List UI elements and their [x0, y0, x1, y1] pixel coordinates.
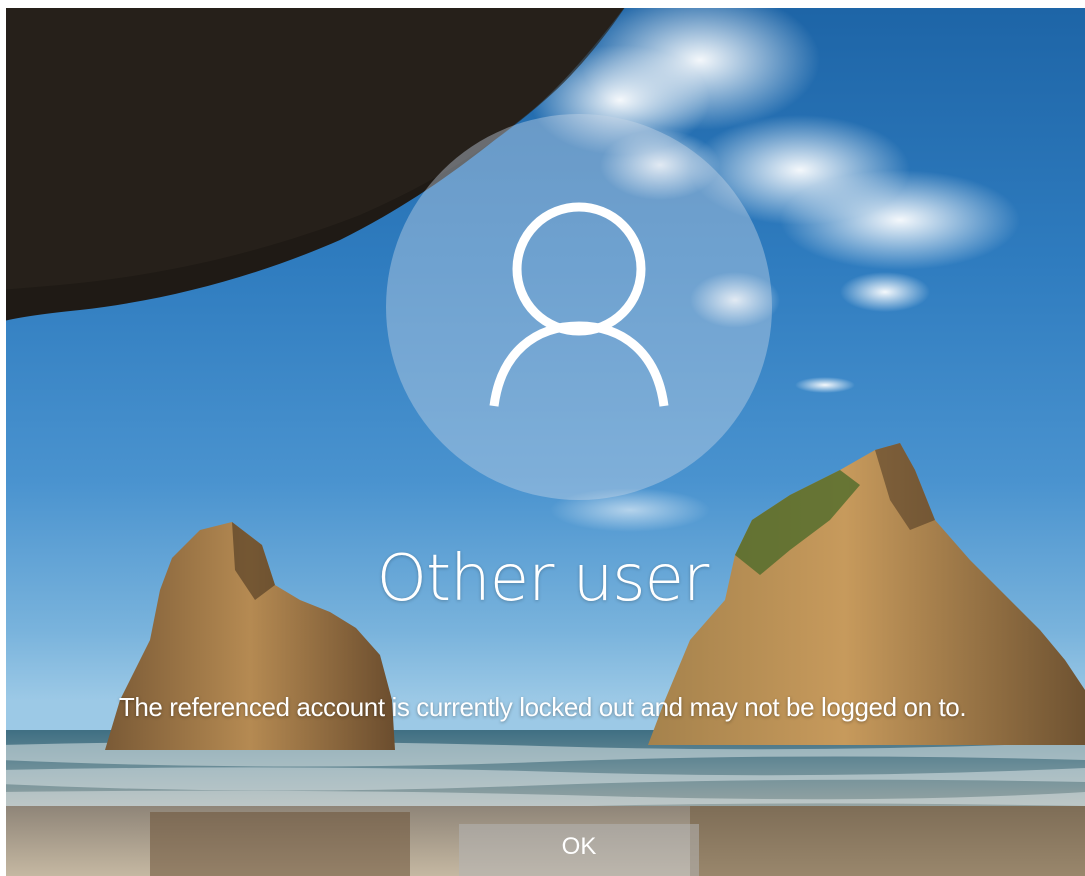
error-message: The referenced account is currently lock…	[118, 692, 967, 722]
username-label: Other user	[376, 542, 710, 616]
lock-screen: Other user The referenced account is cur…	[0, 0, 1085, 876]
top-margin	[0, 0, 1085, 8]
left-margin	[0, 0, 6, 876]
user-avatar	[386, 114, 772, 500]
ok-button[interactable]: OK	[459, 824, 699, 876]
user-silhouette-icon	[489, 202, 669, 407]
